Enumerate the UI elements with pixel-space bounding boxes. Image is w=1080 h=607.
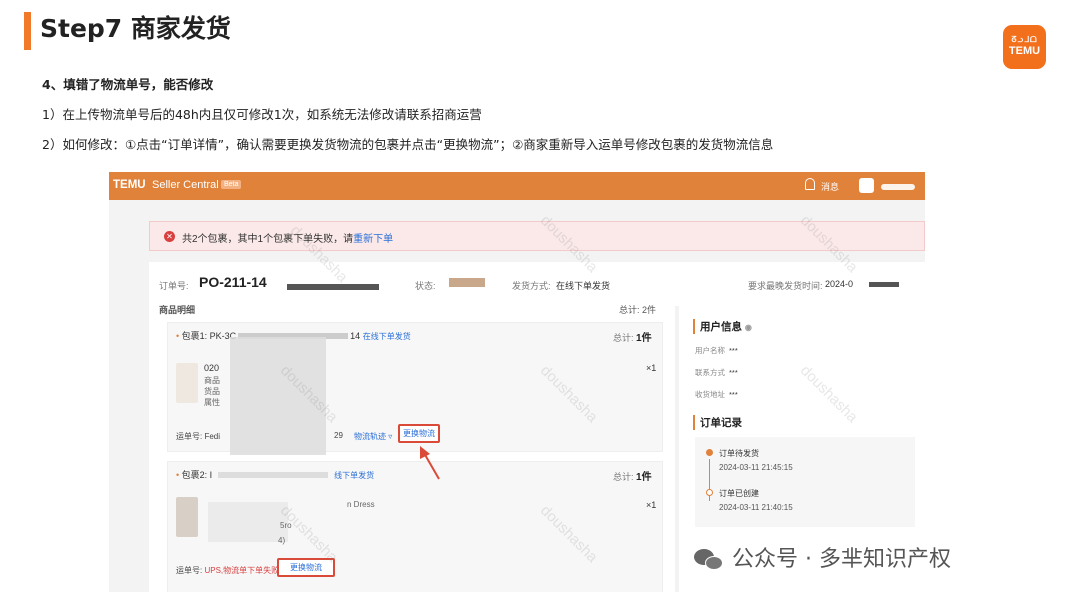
logo-glyphs: ᘔᓗᒧᗝ	[1011, 35, 1038, 44]
pointer-arrow	[420, 446, 440, 480]
temu-logo: ᘔᓗᒧᗝ TEMU	[1003, 25, 1046, 69]
section-heading: 4、填错了物流单号，能否修改	[42, 77, 214, 92]
slide: Step7 商家发货 ᘔᓗᒧᗝ TEMU 4、填错了物流单号，能否修改 1）在上…	[0, 0, 1080, 607]
page-title: Step7 商家发货	[40, 14, 231, 43]
body-line-2: 2）如何修改：①点击“订单详情”，确认需要更换发货物流的包裹并点击“更换物流”；…	[42, 137, 774, 152]
wechat-icon	[694, 547, 724, 573]
logo-word: TEMU	[1008, 45, 1041, 57]
arrow-head	[420, 446, 430, 459]
footer-text: 公众号 · 多芈知识产权	[732, 547, 951, 572]
embedded-screenshot: TEMU Seller Central Beta 消息 ✕ 共2个包裹，其中1个…	[109, 172, 925, 592]
arrow-shaft	[423, 452, 440, 480]
title-accent-bar	[24, 12, 31, 50]
body-line-1: 1）在上传物流单号后的48h内且仅可修改1次，如系统无法修改请联系招商运营	[42, 107, 482, 122]
wechat-footer: 公众号 · 多芈知识产权	[694, 543, 951, 577]
